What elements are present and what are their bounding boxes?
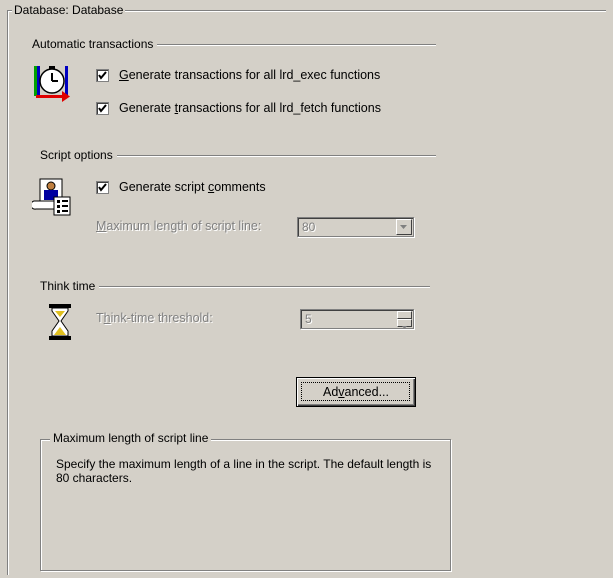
generate-fetch-transactions-label[interactable]: Generate transactions for all lrd_fetch … bbox=[119, 101, 381, 115]
advanced-button[interactable]: Advanced... bbox=[296, 377, 416, 407]
automatic-transactions-title: Automatic transactions bbox=[32, 37, 158, 51]
checkbox-box[interactable] bbox=[96, 181, 109, 194]
chevron-down-icon bbox=[402, 326, 407, 329]
max-script-line-select[interactable]: 80 bbox=[297, 217, 414, 237]
max-script-line-value: 80 bbox=[302, 220, 316, 234]
focus-rectangle bbox=[301, 382, 410, 401]
max-script-line-label: Maximum length of script line: bbox=[96, 219, 262, 233]
think-time-title: Think time bbox=[40, 279, 100, 293]
think-time-threshold-value: 5 bbox=[305, 312, 312, 326]
spin-down-button[interactable] bbox=[397, 319, 412, 329]
checkbox-box[interactable] bbox=[96, 102, 109, 115]
group-title: Database: Database bbox=[12, 3, 126, 17]
generate-exec-transactions-checkbox[interactable] bbox=[96, 69, 109, 85]
dropdown-button[interactable] bbox=[396, 219, 412, 235]
checkbox-box[interactable] bbox=[96, 69, 109, 82]
transaction-clock-icon bbox=[32, 63, 72, 103]
generate-exec-transactions-label[interactable]: Generate transactions for all lrd_exec f… bbox=[119, 68, 380, 82]
generate-script-comments-checkbox[interactable] bbox=[96, 181, 109, 197]
think-time-threshold-spinner[interactable]: 5 bbox=[300, 309, 414, 329]
think-time-threshold-label: Think-time threshold: bbox=[96, 311, 213, 325]
chevron-down-icon bbox=[400, 225, 407, 229]
help-box-text: Specify the maximum length of a line in … bbox=[56, 457, 432, 485]
generate-fetch-transactions-checkbox[interactable] bbox=[96, 102, 109, 118]
script-document-icon bbox=[30, 177, 76, 217]
script-options-title: Script options bbox=[40, 148, 117, 162]
hourglass-icon bbox=[46, 302, 76, 342]
help-box-title: Maximum length of script line bbox=[50, 431, 212, 445]
spin-up-button[interactable] bbox=[397, 311, 412, 322]
generate-script-comments-label[interactable]: Generate script comments bbox=[119, 180, 266, 194]
